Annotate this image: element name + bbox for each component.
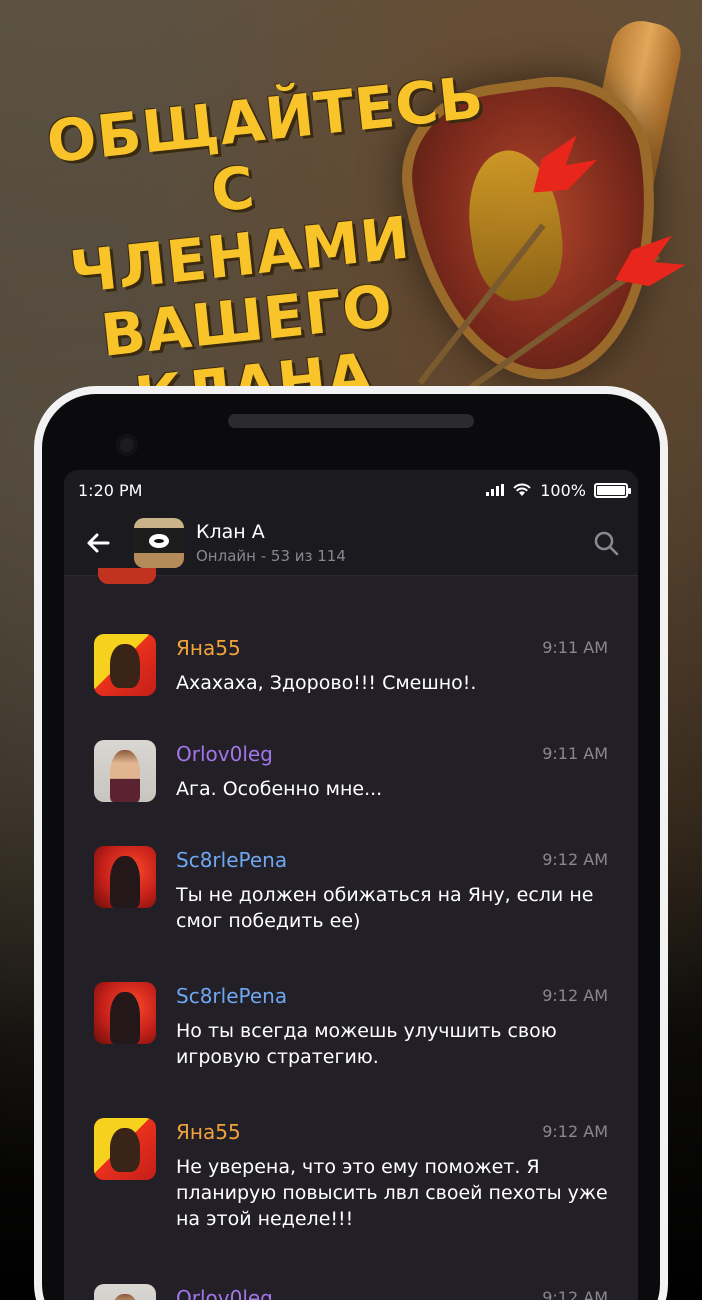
message-text: Ты не должен обижаться на Яну, если не с… <box>176 884 594 932</box>
message-time: 9:12 AM <box>542 986 608 1005</box>
message-text: Не уверена, что это ему поможет. Я плани… <box>176 1156 608 1230</box>
search-icon[interactable] <box>592 529 620 557</box>
chat-title: Клан A <box>196 520 265 543</box>
message-author[interactable]: Sc8rlePena <box>176 848 287 872</box>
phone-speaker <box>228 414 474 428</box>
user-avatar[interactable] <box>94 846 156 908</box>
message-author[interactable]: Orlov0leg <box>176 1286 273 1300</box>
cellular-signal-icon <box>486 484 505 496</box>
wifi-icon <box>513 483 531 496</box>
message-author[interactable]: Sc8rlePena <box>176 984 287 1008</box>
user-avatar[interactable] <box>94 634 156 696</box>
message-time: 9:12 AM <box>542 850 608 869</box>
message-author[interactable]: Яна55 <box>176 1120 241 1144</box>
user-avatar[interactable] <box>94 982 156 1044</box>
message-text: Но ты всегда можешь улучшить свою игрову… <box>176 1020 557 1068</box>
message-text: Ага. Особенно мне... <box>176 778 383 800</box>
message-author[interactable]: Яна55 <box>176 636 241 660</box>
battery-percent: 100% <box>540 480 586 500</box>
partial-message-avatar <box>98 568 156 584</box>
chat-title-block[interactable]: Клан A Онлайн - 53 из 114 <box>196 521 592 565</box>
user-avatar[interactable] <box>94 740 156 802</box>
message-time: 9:11 AM <box>542 638 608 657</box>
battery-icon <box>594 482 631 498</box>
back-arrow-icon[interactable] <box>82 527 114 559</box>
message-author[interactable]: Orlov0leg <box>176 742 273 766</box>
status-icons: 100% <box>486 480 631 500</box>
user-avatar[interactable] <box>94 1118 156 1180</box>
message-text: Ахахаха, Здорово!!! Смешно!. <box>176 672 477 694</box>
promo-headline: ОБЩАЙТЕСЬ С ЧЛЕНАМИ ВАШЕГО КЛАНА <box>44 63 488 438</box>
phone-screen: 1:20 PM 100% Клан A Онлайн - 53 из 114 Я… <box>64 470 638 1300</box>
message-list[interactable]: Яна55 9:11 AM Ахахаха, Здорово!!! Смешно… <box>64 568 638 1300</box>
phone-camera <box>116 434 138 456</box>
clan-avatar[interactable] <box>134 517 184 568</box>
status-bar: 1:20 PM 100% <box>64 470 638 510</box>
status-time: 1:20 PM <box>78 480 143 500</box>
user-avatar[interactable] <box>94 1284 156 1300</box>
message-time: 9:12 AM <box>542 1122 608 1141</box>
message-time: 9:12 AM <box>542 1288 608 1300</box>
chat-header: Клан A Онлайн - 53 из 114 <box>64 510 638 576</box>
online-count: Онлайн - 53 из 114 <box>196 546 346 565</box>
message-time: 9:11 AM <box>542 744 608 763</box>
